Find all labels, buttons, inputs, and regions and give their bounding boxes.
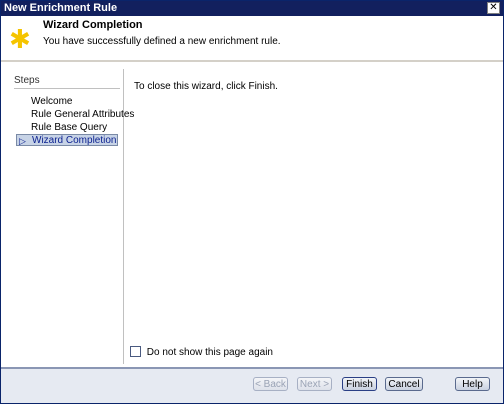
back-button[interactable]: < Back	[253, 377, 288, 391]
page-subtitle: You have successfully defined a new enri…	[43, 36, 281, 47]
wizard-star-icon: ✱	[9, 24, 31, 54]
steps-label: Steps	[14, 75, 40, 86]
button-bar: < Back Next > Finish Cancel Help	[1, 369, 503, 403]
next-button[interactable]: Next >	[297, 377, 332, 391]
step-label: Welcome	[31, 96, 73, 107]
current-step-arrow-icon: ▷	[19, 136, 26, 146]
window-title: New Enrichment Rule	[4, 2, 118, 14]
step-label: Rule General Attributes	[31, 109, 135, 120]
dont-show-again-row[interactable]: Do not show this page again	[130, 346, 273, 358]
step-welcome[interactable]: Welcome	[16, 96, 118, 108]
dont-show-again-checkbox[interactable]	[130, 346, 141, 357]
completion-message: To close this wizard, click Finish.	[134, 81, 278, 92]
wizard-dialog: New Enrichment Rule ✕ ✱ Wizard Completio…	[0, 0, 504, 404]
step-label: Rule Base Query	[31, 122, 108, 133]
finish-button[interactable]: Finish	[342, 377, 377, 391]
close-button[interactable]: ✕	[487, 2, 500, 14]
help-button[interactable]: Help	[455, 377, 490, 391]
step-label: Wizard Completion	[32, 135, 117, 146]
title-bar[interactable]: New Enrichment Rule ✕	[1, 1, 503, 16]
close-icon: ✕	[489, 2, 498, 13]
wizard-header: ✱ Wizard Completion You have successfull…	[1, 16, 503, 61]
steps-panel: Steps Welcome Rule General Attributes Ru…	[11, 69, 134, 364]
main-content: To close this wizard, click Finish. Do n…	[125, 69, 503, 364]
cancel-button[interactable]: Cancel	[385, 377, 423, 391]
page-title: Wizard Completion	[43, 19, 143, 31]
step-rule-general-attributes[interactable]: Rule General Attributes	[16, 109, 134, 121]
step-wizard-completion[interactable]: ▷ Wizard Completion	[16, 134, 118, 146]
step-rule-base-query[interactable]: Rule Base Query	[16, 122, 118, 134]
dont-show-again-label: Do not show this page again	[146, 347, 273, 358]
header-divider	[1, 60, 503, 62]
steps-divider	[14, 88, 120, 89]
